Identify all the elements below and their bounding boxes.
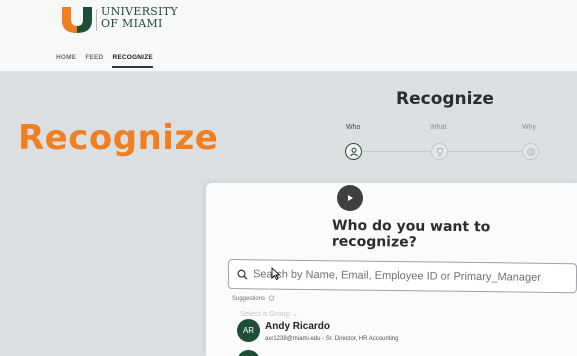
trophy-icon [436, 147, 443, 156]
hero-title: Recognize [18, 118, 219, 158]
step-connector [363, 151, 430, 152]
user-icon [349, 147, 358, 156]
video-play-button[interactable] [337, 185, 363, 211]
step-what[interactable] [431, 143, 448, 160]
wordmark-line-2: OF MIAMI [101, 17, 163, 30]
logo-divider [96, 9, 97, 31]
badge-icon [526, 147, 535, 156]
search-icon [237, 269, 248, 280]
top-header: UNIVERSITY OF MIAMI HOME FEED RECOGNIZE [0, 0, 577, 72]
step-connector [448, 151, 523, 152]
step-who[interactable] [345, 143, 362, 160]
suggestions-header: Suggestions [232, 295, 275, 302]
university-wordmark[interactable]: UNIVERSITY OF MIAMI [101, 6, 178, 30]
lightbulb-icon [268, 295, 275, 301]
step-label-why: Why [522, 124, 536, 131]
university-logo-icon[interactable] [62, 7, 92, 33]
step-label-who: Who [346, 124, 361, 131]
search-input[interactable] [252, 268, 574, 285]
select-group-label: Select a Group [240, 309, 291, 318]
select-group-dropdown[interactable]: Select a Group ⌄ [240, 309, 298, 318]
avatar: AR [237, 319, 260, 342]
nav-home[interactable]: HOME [56, 54, 76, 68]
play-icon [348, 195, 353, 201]
suggestion-item[interactable]: AR Andy Ricardo axr1238@miami.edu - Sr. … [237, 319, 537, 349]
step-label-what: What [430, 124, 447, 131]
nav-recognize[interactable]: RECOGNIZE [112, 54, 153, 68]
mouse-cursor-icon [271, 267, 281, 280]
suggestions-label: Suggestions [232, 295, 266, 302]
nav-feed[interactable]: FEED [85, 54, 103, 68]
page-title: Recognize [396, 89, 494, 109]
recognize-question: Who do you want to recognize? [331, 217, 491, 251]
main-nav: HOME FEED RECOGNIZE [56, 54, 153, 68]
step-why[interactable] [522, 143, 539, 160]
suggestion-name: Andy Ricardo [265, 321, 331, 332]
recognition-stepper: Who What Why [320, 124, 577, 164]
suggestion-detail: axr1238@miami.edu - Sr. Director, HR Acc… [265, 336, 399, 342]
chevron-down-icon: ⌄ [292, 309, 299, 318]
